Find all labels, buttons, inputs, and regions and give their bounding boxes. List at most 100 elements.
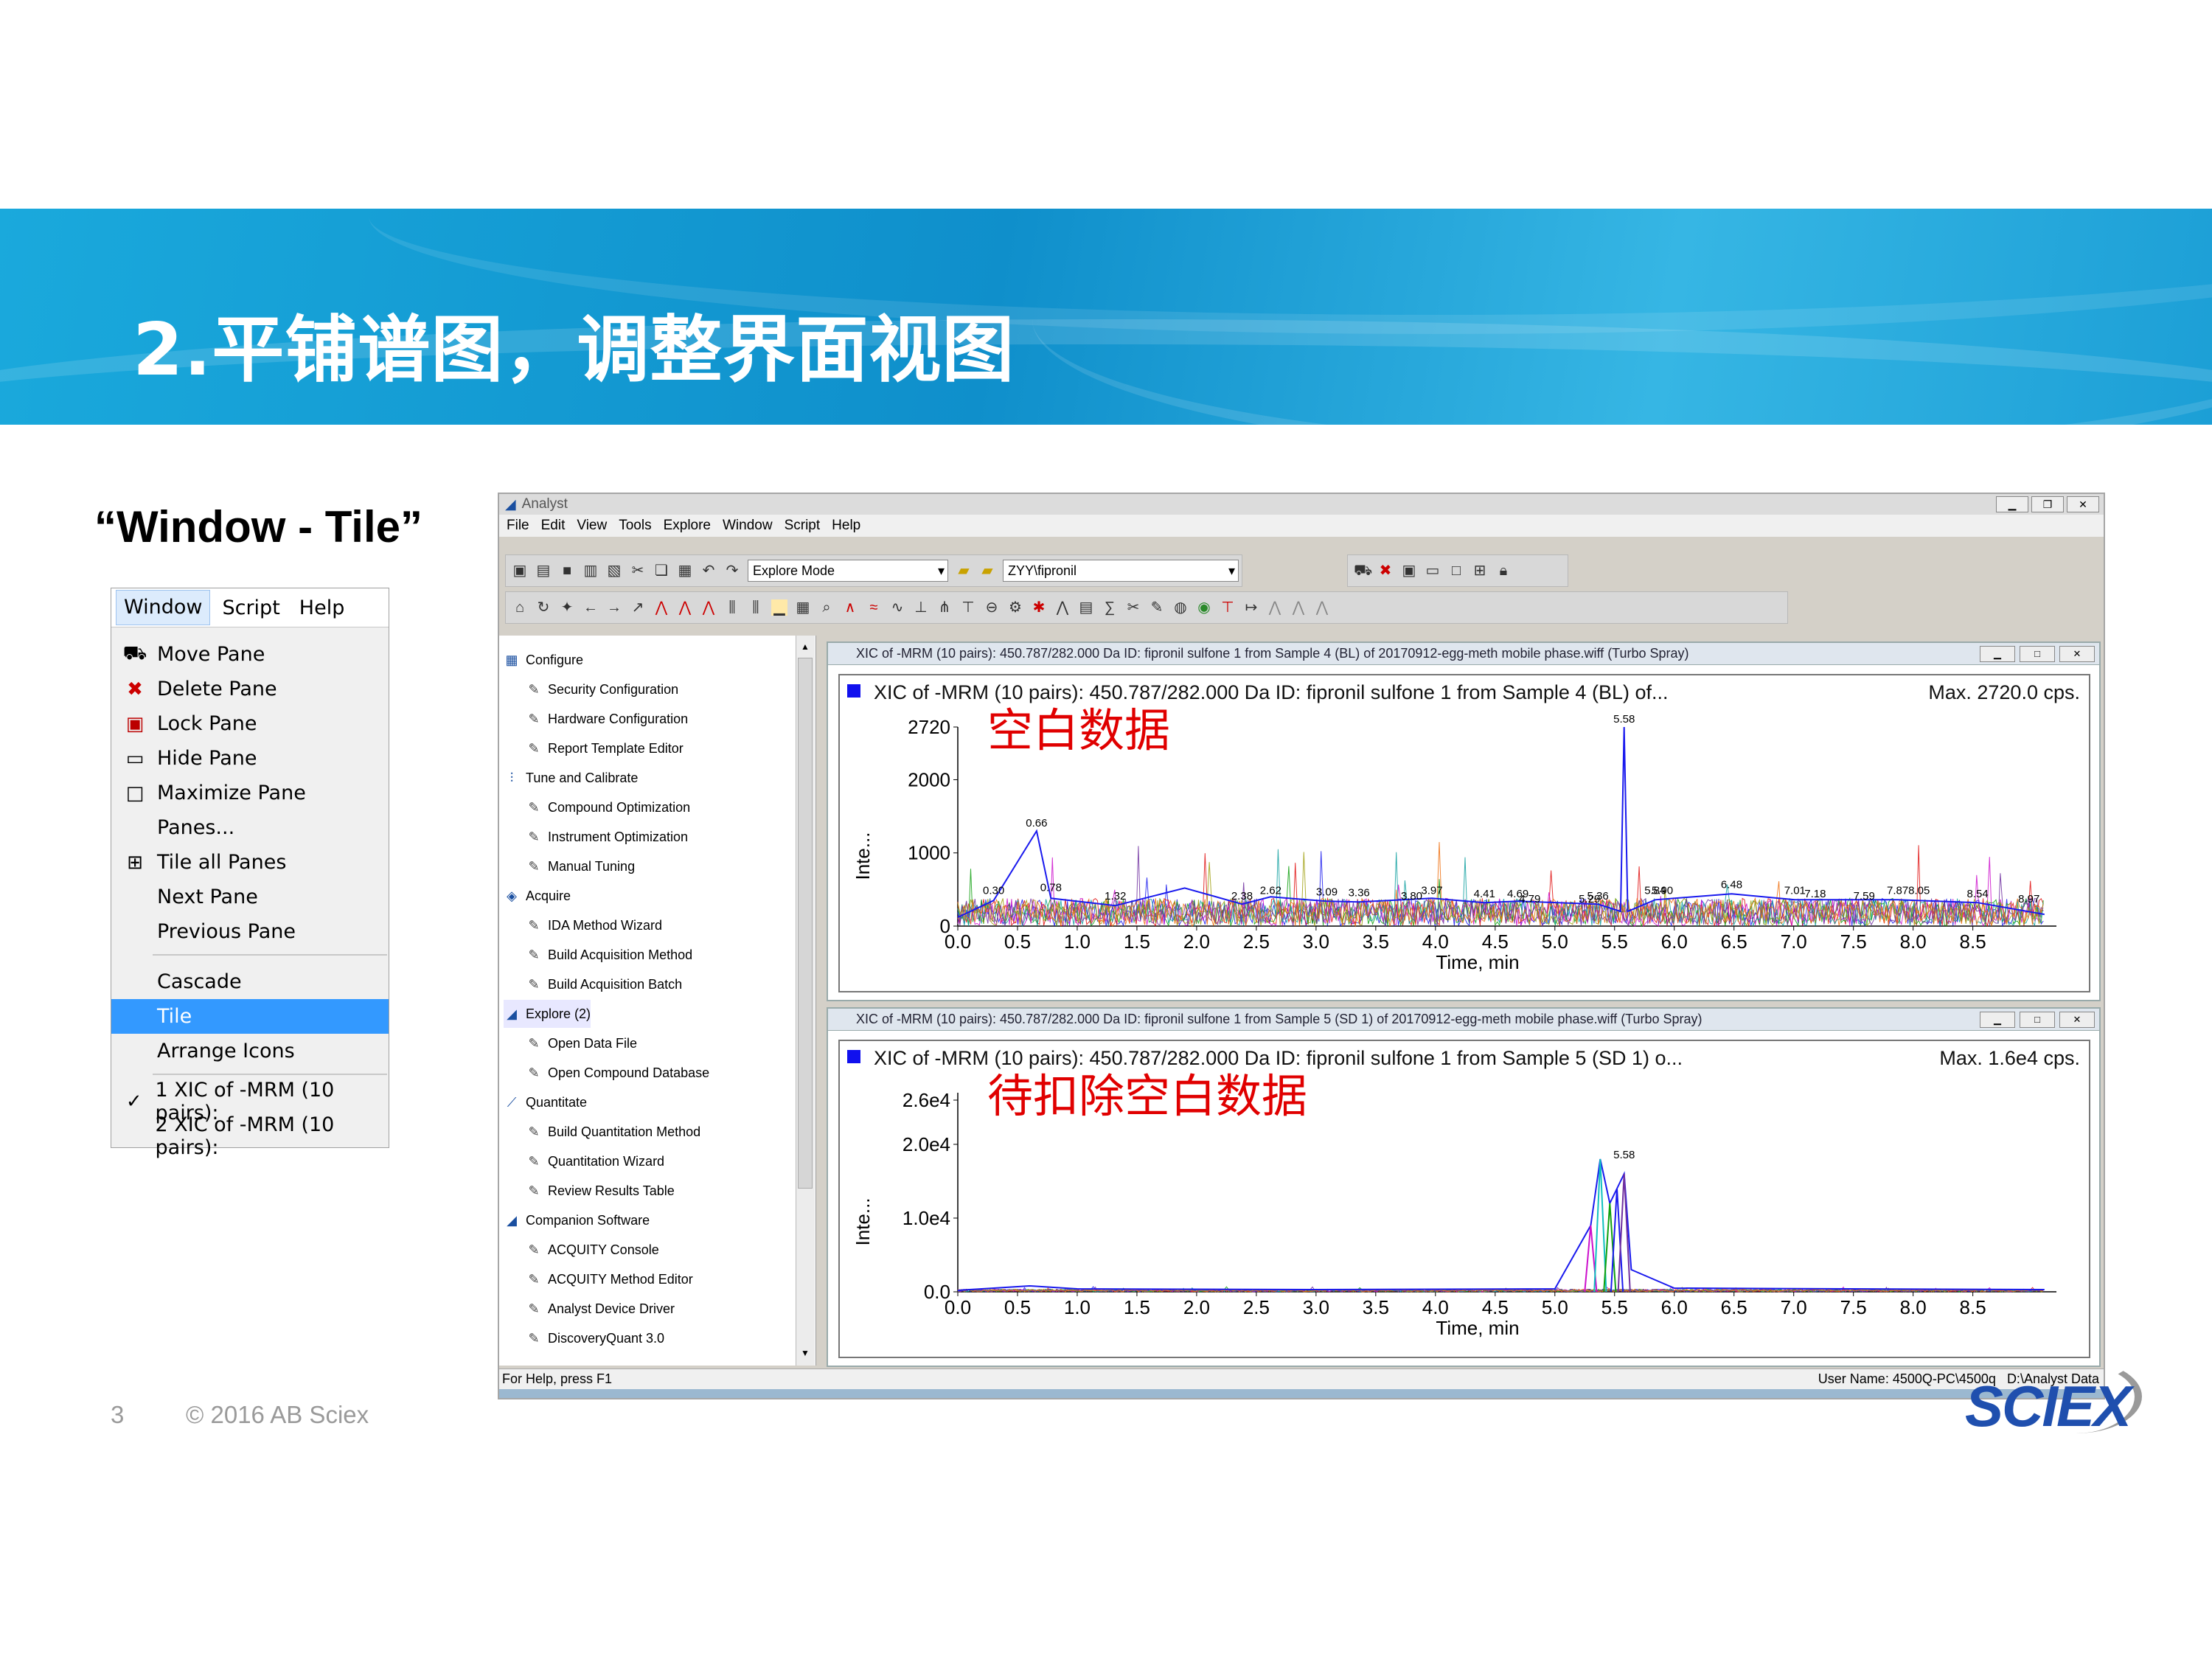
menu-item-move-pane[interactable]: ⛟ Move Pane	[111, 637, 389, 672]
xic-icon[interactable]: ⋀	[677, 599, 693, 616]
hide-pane-icon[interactable]: ▭	[1425, 563, 1441, 579]
print-preview-icon[interactable]: ▧	[606, 563, 622, 579]
overlay-icon[interactable]: ≈	[866, 599, 882, 616]
nav-item-manual-tuning[interactable]: ✎ Manual Tuning	[526, 852, 635, 880]
menu-edit[interactable]: Edit	[541, 518, 566, 534]
bpc-icon[interactable]: ⋀	[700, 599, 717, 616]
folder-icon[interactable]: ▰	[956, 563, 972, 579]
nav-item-instrument-optimization[interactable]: ✎ Instrument Optimization	[526, 823, 688, 851]
nav-item-review-results-table[interactable]: ✎ Review Results Table	[526, 1177, 674, 1205]
subtract-icon[interactable]: ⊖	[984, 599, 1000, 616]
forward-icon[interactable]: →	[606, 599, 622, 616]
export-icon[interactable]: ↦	[1243, 599, 1259, 616]
project-folder-icon[interactable]: ▰	[979, 563, 995, 579]
open-icon[interactable]: ▤	[535, 563, 552, 579]
menu-item-arrange-icons[interactable]: Arrange Icons	[111, 1034, 389, 1068]
calibrate-icon[interactable]: ⚙	[1007, 599, 1023, 616]
tile-panes-icon[interactable]: ⊞	[1472, 563, 1488, 579]
threshold-icon[interactable]: ⊤	[960, 599, 976, 616]
tic-icon[interactable]: ⋀	[653, 599, 669, 616]
arrow-icon[interactable]: ↗	[630, 599, 646, 616]
project-select[interactable]: ZYY\fipronil	[1003, 560, 1239, 582]
save-icon[interactable]: ■	[559, 563, 575, 579]
minimize-button[interactable]: ▁	[1996, 496, 2028, 512]
plot-area[interactable]: XIC of -MRM (10 pairs): 450.787/282.000 …	[838, 674, 2090, 992]
plot-area[interactable]: XIC of -MRM (10 pairs): 450.787/282.000 …	[838, 1040, 2090, 1358]
lock-icon[interactable]: 🔒︎	[1495, 563, 1512, 579]
menu-window-app[interactable]: Window	[723, 518, 773, 534]
scroll-thumb[interactable]	[798, 658, 813, 1189]
table-icon[interactable]: ▦	[795, 599, 811, 616]
scissors-icon[interactable]: ✂	[1125, 599, 1141, 616]
nav-item-acquity-method-editor[interactable]: ✎ ACQUITY Method Editor	[526, 1265, 692, 1293]
copy-icon[interactable]: ❏	[653, 563, 669, 579]
close-button[interactable]: ✕	[2067, 496, 2099, 512]
move-pane-icon[interactable]: ⛟	[1354, 563, 1372, 579]
print-icon[interactable]: ▥	[582, 563, 599, 579]
pane-minimize-button[interactable]: ▁	[1980, 646, 2015, 662]
spectrum-icon[interactable]: ⫼	[724, 599, 740, 616]
adc-icon[interactable]: ⋀	[1314, 599, 1330, 616]
fragment-icon[interactable]: ⋀	[1054, 599, 1071, 616]
scroll-up-icon[interactable]: ▲	[798, 641, 813, 655]
restore-button[interactable]: ❐	[2031, 496, 2064, 512]
pane-close-button[interactable]: ✕	[2059, 646, 2095, 662]
refresh-icon[interactable]: ↻	[535, 599, 552, 616]
nav-item-explore-2[interactable]: ◢ Explore (2)	[504, 1000, 591, 1028]
formula-icon[interactable]: ∑	[1102, 599, 1118, 616]
delete-pane-icon[interactable]: ✖	[1377, 563, 1394, 579]
nav-item-acquity-console[interactable]: ✎ ACQUITY Console	[526, 1236, 658, 1264]
nav-item-build-acquisition-batch[interactable]: ✎ Build Acquisition Batch	[526, 970, 682, 998]
nav-item-open-compound-database[interactable]: ✎ Open Compound Database	[526, 1059, 709, 1087]
database-icon[interactable]: ◉	[1196, 599, 1212, 616]
marker-icon[interactable]: ⊤	[1220, 599, 1236, 616]
menu-script[interactable]: Script	[215, 597, 287, 619]
nav-item-analyst-device-driver[interactable]: ✎ Analyst Device Driver	[526, 1295, 675, 1323]
undo-icon[interactable]: ↶	[700, 563, 717, 579]
menu-item-tile[interactable]: Tile	[111, 999, 389, 1034]
maximize-pane-icon[interactable]: □	[1448, 563, 1464, 579]
peak-icon[interactable]: ∧	[842, 599, 858, 616]
pane-maximize-button[interactable]: □	[2020, 1012, 2055, 1028]
menu-item-2-xic-of-mrm-10-pairs[interactable]: 2 XIC of -MRM (10 pairs):	[111, 1113, 389, 1159]
smooth-icon[interactable]: ∿	[889, 599, 905, 616]
nav-item-quantitate[interactable]: ⟋ Quantitate	[504, 1088, 587, 1116]
nav-item-build-quantitation-method[interactable]: ✎ Build Quantitation Method	[526, 1118, 700, 1146]
menu-help-app[interactable]: Help	[832, 518, 860, 534]
tic-grey-icon[interactable]: ⋀	[1267, 599, 1283, 616]
pane-maximize-button[interactable]: □	[2020, 646, 2055, 662]
menu-item-tile-all-panes[interactable]: ⊞ Tile all Panes	[111, 845, 389, 880]
menu-item-panes[interactable]: Panes...	[111, 810, 389, 845]
nav-scrollbar[interactable]: ▲ ▼	[796, 636, 815, 1366]
nav-item-hardware-configuration[interactable]: ✎ Hardware Configuration	[526, 705, 688, 733]
menu-item-maximize-pane[interactable]: □ Maximize Pane	[111, 776, 389, 810]
nav-item-ida-method-wizard[interactable]: ✎ IDA Method Wizard	[526, 911, 662, 939]
new-icon[interactable]: ▣	[512, 563, 528, 579]
menu-item-delete-pane[interactable]: ✖ Delete Pane	[111, 672, 389, 706]
chromatogram-pane-blank[interactable]: XIC of -MRM (10 pairs): 450.787/282.000 …	[827, 641, 2101, 1001]
nav-item-configure[interactable]: ▦ Configure	[504, 646, 583, 674]
chromatogram-pane-sample[interactable]: XIC of -MRM (10 pairs): 450.787/282.000 …	[827, 1007, 2101, 1367]
menu-script-app[interactable]: Script	[785, 518, 821, 534]
globe-icon[interactable]: ◍	[1172, 599, 1189, 616]
annotate-icon[interactable]: ✎	[1149, 599, 1165, 616]
library-icon[interactable]: ▤	[1078, 599, 1094, 616]
menu-view[interactable]: View	[577, 518, 607, 534]
scroll-down-icon[interactable]: ▼	[798, 1348, 813, 1361]
menu-item-cascade[interactable]: Cascade	[111, 964, 389, 999]
mode-select[interactable]: Explore Mode	[748, 560, 948, 582]
menu-item-previous-pane[interactable]: Previous Pane	[111, 914, 389, 949]
lock-pane-icon[interactable]: ▣	[1401, 563, 1417, 579]
bar-spectrum-icon[interactable]: ⫼	[748, 599, 764, 616]
menu-help[interactable]: Help	[292, 597, 352, 619]
paste-icon[interactable]: ▦	[677, 563, 693, 579]
menu-explore[interactable]: Explore	[664, 518, 711, 534]
redo-icon[interactable]: ↷	[724, 563, 740, 579]
zoom-icon[interactable]: ⌕	[818, 599, 835, 616]
nav-item-compound-optimization[interactable]: ✎ Compound Optimization	[526, 793, 690, 821]
nav-item-open-data-file[interactable]: ✎ Open Data File	[526, 1029, 637, 1057]
menu-item-next-pane[interactable]: Next Pane	[111, 880, 389, 914]
pane-close-button[interactable]: ✕	[2059, 1012, 2095, 1028]
chromatogram-icon[interactable]: ▁	[771, 599, 787, 616]
nav-item-acquire[interactable]: ◈ Acquire	[504, 882, 571, 910]
